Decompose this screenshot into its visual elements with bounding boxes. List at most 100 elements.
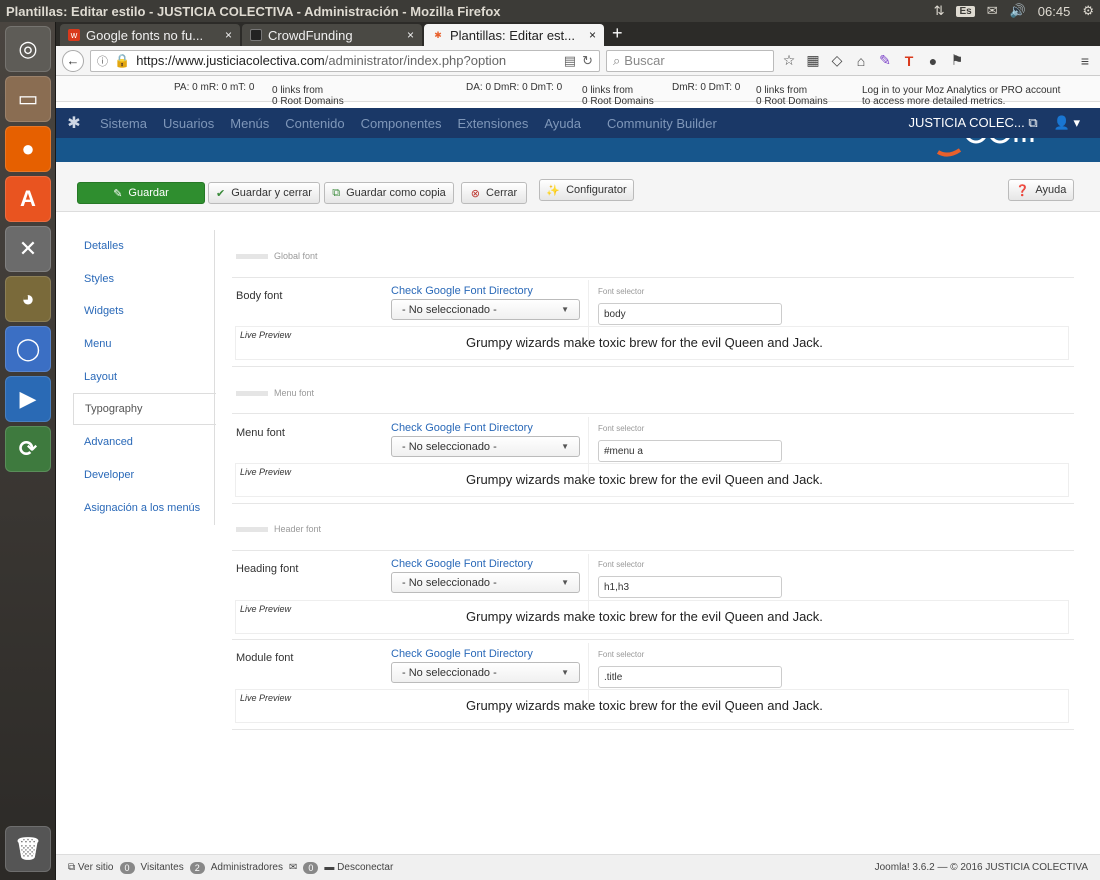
select-value: - No seleccionado - xyxy=(402,576,497,589)
body-font-selector-input[interactable]: body xyxy=(598,303,782,325)
menu-font-selector-input[interactable]: #menu a xyxy=(598,440,782,462)
menu-contenido[interactable]: Contenido xyxy=(277,116,352,131)
network-icon[interactable]: ⇅ xyxy=(934,3,945,19)
settings-icon[interactable]: ✕ xyxy=(5,226,51,272)
tab-widgets[interactable]: Widgets xyxy=(73,295,215,327)
module-font-selector-input[interactable]: .title xyxy=(598,666,782,688)
volume-icon[interactable]: 🔊 xyxy=(1010,3,1026,19)
help-button[interactable]: ❓ Ayuda xyxy=(1008,179,1074,201)
messages-count-badge[interactable]: 0 xyxy=(303,861,319,874)
logout-label: Desconectar xyxy=(337,862,394,873)
configurator-button[interactable]: ✨ Configurator xyxy=(539,179,634,201)
moz-promo-line2[interactable]: to access more detailed metrics. xyxy=(862,96,1005,107)
status-bar: ⧉ Ver sitio 0 Visitantes 2 Administrador… xyxy=(56,854,1100,880)
logout-link[interactable]: ▬ Desconectar xyxy=(324,862,393,873)
clock[interactable]: 06:45 xyxy=(1038,4,1071,19)
pocket-icon[interactable]: ◇ xyxy=(828,52,846,69)
navigation-bar: ← ⓘ 🔒 https://www.justiciacolectiva.com/… xyxy=(56,46,1100,76)
ubuntu-icon[interactable]: ◎ xyxy=(5,26,51,72)
close-tab-icon[interactable]: × xyxy=(407,28,414,42)
heading-font-select[interactable]: - No seleccionado - ▼ xyxy=(391,572,580,593)
menu-community-builder[interactable]: Community Builder xyxy=(599,116,725,131)
google-font-directory-link[interactable]: Check Google Font Directory xyxy=(391,285,533,297)
font-selector-label: Font selector xyxy=(598,560,645,569)
close-tab-icon[interactable]: × xyxy=(225,28,232,42)
keyboard-layout-indicator[interactable]: Es xyxy=(956,5,975,17)
font-selector-label: Font selector xyxy=(598,650,645,659)
google-font-directory-link[interactable]: Check Google Font Directory xyxy=(391,422,533,434)
moz-promo-line1[interactable]: Log in to your Moz Analytics or PRO acco… xyxy=(862,85,1060,96)
envelope-icon[interactable]: ✉ xyxy=(289,862,297,873)
window-title: Plantillas: Editar estilo - JUSTICIA COL… xyxy=(6,3,501,19)
extension-t-icon[interactable]: T xyxy=(900,53,918,69)
tab-advanced[interactable]: Advanced xyxy=(73,426,215,458)
os-top-bar: Plantillas: Editar estilo - JUSTICIA COL… xyxy=(0,0,1100,22)
footer-copyright: Joomla! 3.6.2 — © 2016 JUSTICIA COLECTIV… xyxy=(874,862,1088,873)
menu-font-select[interactable]: - No seleccionado - ▼ xyxy=(391,436,580,457)
save-close-button[interactable]: ✔ Guardar y cerrar xyxy=(208,182,320,204)
bookmark-star-icon[interactable]: ☆ xyxy=(780,52,798,69)
module-font-select[interactable]: - No seleccionado - ▼ xyxy=(391,662,580,683)
files-icon[interactable]: ▭ xyxy=(5,76,51,122)
tab-layout[interactable]: Layout xyxy=(73,361,215,393)
new-tab-button[interactable]: + xyxy=(606,23,629,46)
tab-google-fonts[interactable]: w Google fonts no fu... × xyxy=(60,24,240,46)
url-bar[interactable]: ⓘ 🔒 https://www.justiciacolectiva.com/ad… xyxy=(90,49,600,72)
save-close-label: Guardar y cerrar xyxy=(231,187,312,199)
tab-crowdfunding[interactable]: CrowdFunding × xyxy=(242,24,422,46)
menu-componentes[interactable]: Componentes xyxy=(353,116,450,131)
menu-extensiones[interactable]: Extensiones xyxy=(450,116,537,131)
tab-detalles[interactable]: Detalles xyxy=(73,230,215,262)
reload-icon[interactable]: ↻ xyxy=(582,53,593,69)
close-tab-icon[interactable]: × xyxy=(589,28,596,42)
home-icon[interactable]: ⌂ xyxy=(852,53,870,69)
addon-icon[interactable]: ⚑ xyxy=(948,52,966,69)
software-center-icon[interactable]: A xyxy=(5,176,51,222)
configurator-label: Configurator xyxy=(566,184,627,196)
url-text[interactable]: https://www.justiciacolectiva.com/admini… xyxy=(136,53,558,68)
tab-developer[interactable]: Developer xyxy=(73,459,215,491)
body-font-select[interactable]: - No seleccionado - ▼ xyxy=(391,299,580,320)
help-label: Ayuda xyxy=(1035,184,1067,196)
menu-ayuda[interactable]: Ayuda xyxy=(536,116,589,131)
media-player-icon[interactable]: ▶ xyxy=(5,376,51,422)
joomla-header xyxy=(56,138,1100,162)
menu-sistema[interactable]: Sistema xyxy=(92,116,155,131)
bookmarks-library-icon[interactable]: ▦ xyxy=(804,52,822,69)
update-icon[interactable]: ⟳ xyxy=(5,426,51,472)
heading-font-selector-input[interactable]: h1,h3 xyxy=(598,576,782,598)
extension-icon[interactable]: ✎ xyxy=(876,52,894,69)
moz-subdomain-links: 0 links from xyxy=(756,85,808,96)
copy-icon: ⧉ xyxy=(332,186,341,199)
save-copy-button[interactable]: ⧉ Guardar como copia xyxy=(324,182,454,204)
tab-plantillas[interactable]: ✱ Plantillas: Editar est... × xyxy=(424,24,604,46)
google-font-directory-link[interactable]: Check Google Font Directory xyxy=(391,648,533,660)
body-font-preview: Live Preview Grumpy wizards make toxic b… xyxy=(235,326,1069,360)
tab-styles[interactable]: Styles xyxy=(73,263,215,295)
tab-asignacion-menus[interactable]: Asignación a los menús xyxy=(73,492,215,524)
reader-view-icon[interactable]: ▤ xyxy=(564,53,576,69)
tab-menu[interactable]: Menu xyxy=(73,328,215,360)
power-icon[interactable]: ⚙ xyxy=(1082,3,1094,19)
trash-icon[interactable]: 🗑 xyxy=(5,826,51,872)
main-content: Detalles Styles Widgets Menu Layout Typo… xyxy=(56,212,1100,864)
view-site-link[interactable]: ⧉ Ver sitio xyxy=(68,862,114,873)
joomla-logo-icon[interactable]: ✱ xyxy=(56,113,92,133)
search-input[interactable]: ⌕ Buscar xyxy=(606,49,774,72)
google-font-directory-link[interactable]: Check Google Font Directory xyxy=(391,558,533,570)
menu-usuarios[interactable]: Usuarios xyxy=(155,116,222,131)
back-button[interactable]: ← xyxy=(62,49,84,72)
menu-icon[interactable]: ≡ xyxy=(1076,53,1094,69)
gimp-icon[interactable]: ◕ xyxy=(5,276,51,322)
tab-typography[interactable]: Typography xyxy=(73,393,216,426)
chromium-icon[interactable]: ◯ xyxy=(5,326,51,372)
close-button[interactable]: ⊗ Cerrar xyxy=(461,182,527,204)
site-link[interactable]: JUSTICIA COLEC... ⧉ xyxy=(908,115,1037,131)
info-icon[interactable]: ⓘ xyxy=(97,53,108,69)
user-menu-icon[interactable]: 👤 ▾ xyxy=(1054,115,1080,131)
mail-icon[interactable]: ✉ xyxy=(987,3,998,19)
moz-extension-icon[interactable]: ● xyxy=(924,53,942,69)
menu-menus[interactable]: Menús xyxy=(222,116,277,131)
save-button[interactable]: ✎ Guardar xyxy=(77,182,205,204)
firefox-icon[interactable]: ● xyxy=(5,126,51,172)
